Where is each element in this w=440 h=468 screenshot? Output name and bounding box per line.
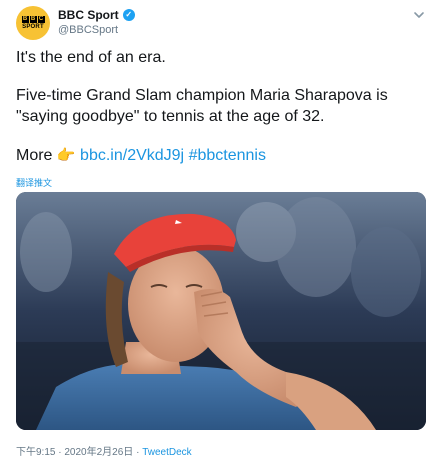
- chevron-down-icon[interactable]: [412, 8, 426, 22]
- tweet-text-line-1: It's the end of an era.: [16, 49, 166, 66]
- logo-word: SPORT: [22, 24, 44, 30]
- bbc-logo: B B C: [21, 16, 45, 23]
- translate-tweet-link[interactable]: 翻译推文: [16, 176, 52, 189]
- footer-separator: ·: [136, 447, 140, 458]
- account-handle[interactable]: @BBCSport: [58, 24, 135, 36]
- source-link[interactable]: TweetDeck: [142, 447, 191, 458]
- tweet-media-photo[interactable]: [16, 192, 426, 430]
- tweet-text-line-2: Five-time Grand Slam champion Maria Shar…: [16, 87, 388, 125]
- tweet-footer: 下午9:15 · 2020年2月26日 · TweetDeck: [16, 443, 192, 458]
- tweet-link[interactable]: bbc.in/2VkdJ9j: [80, 147, 184, 164]
- avatar[interactable]: B B C SPORT: [16, 6, 50, 40]
- logo-letter-b2: B: [29, 16, 37, 23]
- photo-illustration: [16, 192, 426, 430]
- verified-badge-icon: ✓: [122, 9, 135, 21]
- pointing-hand-icon: 👉: [56, 147, 76, 164]
- logo-letter-b1: B: [21, 16, 29, 23]
- display-name[interactable]: BBC Sport: [58, 8, 119, 22]
- timestamp[interactable]: 下午9:15 · 2020年2月26日: [16, 447, 133, 458]
- account-name-block: BBC Sport ✓ @BBCSport: [58, 8, 135, 36]
- tweet-text-line-3: More 👉 bbc.in/2VkdJ9j #bbctennis: [16, 145, 430, 166]
- tweet-header: B B C SPORT BBC Sport ✓ @BBCSport: [16, 6, 440, 42]
- hashtag-link[interactable]: #bbctennis: [189, 147, 266, 164]
- more-label: More: [16, 147, 53, 164]
- logo-letter-c: C: [37, 16, 45, 23]
